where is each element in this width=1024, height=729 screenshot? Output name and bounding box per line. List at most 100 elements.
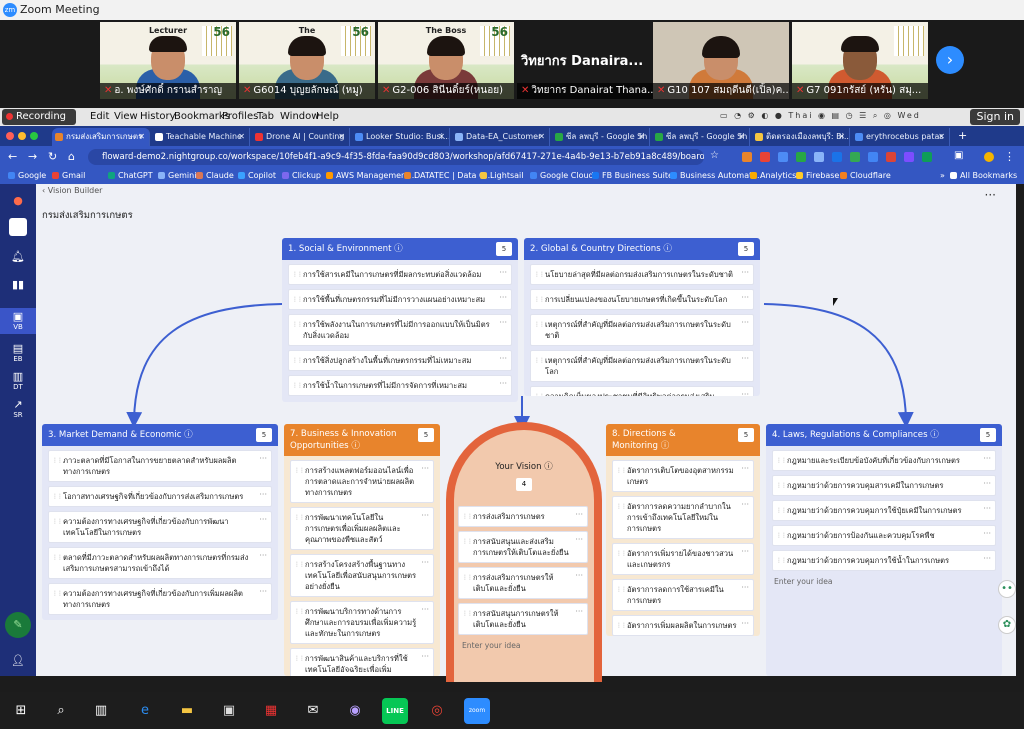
idea-item[interactable]: การใช้น้ำในการเกษตรที่ไม่มีการจัดการที่เ… bbox=[288, 375, 512, 396]
idea-item[interactable]: อัตราการเพิ่มผลผลิตในการเกษตร bbox=[612, 615, 754, 636]
new-tab-plus-icon[interactable]: + bbox=[958, 129, 967, 142]
bookmark-link[interactable]: Firebase bbox=[796, 171, 839, 180]
user-profile-icon[interactable]: 👤︎ bbox=[0, 654, 36, 667]
close-window-icon[interactable] bbox=[6, 132, 14, 140]
participant-tile[interactable]: วิทยากร Danaira... ✕ วิทยากร Danairat Tha… bbox=[517, 22, 653, 99]
windows-start-icon[interactable]: ⊞ bbox=[8, 698, 34, 724]
menu-profiles[interactable]: Profiles bbox=[222, 111, 258, 122]
more-options-icon[interactable]: ··· bbox=[985, 188, 996, 202]
extension-icon[interactable] bbox=[796, 152, 806, 162]
idea-item[interactable]: การใช้สิ่งปลูกสร้างในพื้นที่เกษตรกรรมที่… bbox=[288, 350, 512, 371]
home-icon[interactable]: ⌂ bbox=[68, 150, 75, 163]
idea-item[interactable]: ตลาดที่มีภาวะตลาดสำหรับผลผลิตทางการเกษตร… bbox=[48, 547, 272, 579]
forward-arrow-icon[interactable]: → bbox=[28, 150, 37, 163]
bookmark-link[interactable]: Cloudflare bbox=[840, 171, 891, 180]
gift-icon[interactable]: ▦ bbox=[258, 698, 284, 724]
idea-item[interactable]: กฎหมายว่าด้วยการควบคุมสารเคมีในการเกษตร bbox=[772, 475, 996, 496]
chrome-icon[interactable]: ◎ bbox=[424, 698, 450, 724]
search-icon[interactable]: ⌕ bbox=[48, 698, 74, 724]
task-view-icon[interactable]: ▥ bbox=[88, 698, 114, 724]
bookmark-link[interactable]: Business Automati... bbox=[670, 171, 762, 180]
file-explorer-icon[interactable]: ▬ bbox=[174, 698, 200, 724]
idea-item[interactable]: เหตุการณ์ที่สำคัญที่มีผลต่อกรมส่งเสริมกา… bbox=[530, 314, 754, 346]
menu-edit[interactable]: Edit bbox=[90, 111, 109, 122]
assistant-icon[interactable]: ✿ bbox=[998, 616, 1016, 634]
enter-idea-input[interactable]: Enter your idea bbox=[774, 577, 996, 586]
vision-item[interactable]: การสนับสนุนและส่งเสริมการเกษตรให้เติบโตแ… bbox=[458, 531, 588, 563]
pencil-edit-icon[interactable]: ✎ bbox=[0, 612, 36, 638]
zoom-app-icon[interactable]: zoom bbox=[464, 698, 490, 724]
rail-eb[interactable]: ▤ EB bbox=[0, 342, 36, 363]
bookmarks-overflow-icon[interactable]: » bbox=[930, 171, 945, 180]
bookmark-link[interactable]: Google Cloud bbox=[530, 171, 594, 180]
analytics-chart-icon[interactable]: ▮▮ bbox=[0, 278, 36, 291]
browser-tab[interactable]: ซีล ลพบุรี - Google Sh ✕ bbox=[652, 128, 750, 146]
idea-item[interactable]: อัตราการลดการใช้สารเคมีในการเกษตร bbox=[612, 579, 754, 611]
mail-icon[interactable]: ✉ bbox=[300, 698, 326, 724]
idea-item[interactable]: การพัฒนาสินค้าและบริการที่ใช้เทคโนโลยีอั… bbox=[290, 648, 434, 676]
bookmark-link[interactable]: Claude bbox=[196, 171, 234, 180]
extension-icon[interactable] bbox=[850, 152, 860, 162]
idea-item[interactable]: การเปลี่ยนแปลงของนโยบายเกษตรที่เกิดขึ้นใ… bbox=[530, 289, 754, 310]
extensions-puzzle-icon[interactable]: ▣ bbox=[954, 150, 963, 161]
idea-item[interactable]: อัตราการเพิ่มรายได้ของชาวสวนและเกษตรกร bbox=[612, 543, 754, 575]
maximize-window-icon[interactable] bbox=[30, 132, 38, 140]
breadcrumb[interactable]: ‹ Vision Builder bbox=[42, 186, 102, 195]
browser-tab[interactable]: Data-EA_Customer ✕ bbox=[452, 128, 550, 146]
extension-icon[interactable] bbox=[832, 152, 842, 162]
address-bar-input[interactable]: floward-demo2.nightgroup.co/workspace/10… bbox=[88, 149, 704, 165]
app-icon[interactable]: ◉ bbox=[342, 698, 368, 724]
participant-tile[interactable]: ✕ G7 091กรัสย์ (หรัน) สมุ... bbox=[792, 22, 928, 99]
menu-help[interactable]: Help bbox=[316, 111, 339, 122]
bookmark-star-icon[interactable]: ☆ bbox=[710, 150, 719, 161]
menu-history[interactable]: History bbox=[140, 111, 176, 122]
idea-item[interactable]: กฎหมายว่าด้วยการควบคุมการใช้ปุ๋ยเคมีในกา… bbox=[772, 500, 996, 521]
idea-item[interactable]: การใช้พลังงานในการเกษตรที่ไม่มีการออกแบบ… bbox=[288, 314, 512, 346]
idea-item[interactable]: กฎหมายว่าด้วยการควบคุมการใช้น้ำในการเกษต… bbox=[772, 550, 996, 571]
bookmark-link[interactable]: ChatGPT bbox=[108, 171, 153, 180]
bookmark-link[interactable]: Google bbox=[8, 171, 46, 180]
bookmark-link[interactable]: Copilot bbox=[238, 171, 276, 180]
extension-icon[interactable] bbox=[886, 152, 896, 162]
extension-icon[interactable] bbox=[760, 152, 770, 162]
idea-item[interactable]: ความต้องการทางเศรษฐกิจที่เกี่ยวข้องกับกา… bbox=[48, 511, 272, 543]
notifications-bell-icon[interactable]: 🔔︎ bbox=[0, 250, 36, 263]
edge-browser-icon[interactable]: e bbox=[132, 698, 158, 724]
menu-tab[interactable]: Tab bbox=[257, 111, 274, 122]
idea-item[interactable]: การใช้สารเคมีในการเกษตรที่มีผลกระทบต่อสิ… bbox=[288, 264, 512, 285]
bookmark-link[interactable]: Lightsail bbox=[480, 171, 523, 180]
browser-tab[interactable]: Teachable Machine ✕ bbox=[152, 128, 250, 146]
rail-dt[interactable]: ▥ DT bbox=[0, 370, 36, 391]
extension-icon[interactable] bbox=[904, 152, 914, 162]
chat-bubble-icon[interactable]: •• bbox=[998, 580, 1016, 598]
participant-tile[interactable]: 56 Lecturer ✕ อ. พงษ์ศักดิ์ กรานสำราญ bbox=[100, 22, 236, 99]
rail-vision-builder[interactable]: ▣ VB bbox=[0, 308, 36, 334]
app-logo-icon[interactable]: ● bbox=[0, 194, 36, 207]
idea-item[interactable]: การใช้พื้นที่เกษตรกรรมที่ไม่มีการวางแผนอ… bbox=[288, 289, 512, 310]
extension-icon[interactable] bbox=[922, 152, 932, 162]
idea-item[interactable]: การพัฒนาเทคโนโลยีในการเกษตรเพื่อเพิ่มผลผ… bbox=[290, 507, 434, 550]
participant-tile[interactable]: ✕ G10 107 สมฤดีนดี(เปิ้ล)ค... bbox=[653, 22, 789, 99]
extension-icon[interactable] bbox=[868, 152, 878, 162]
idea-item[interactable]: ภาวะตลาดที่มีโอกาสในการขยายตลาดสำหรับผลผ… bbox=[48, 450, 272, 482]
menu-view[interactable]: View bbox=[114, 111, 138, 122]
participant-tile[interactable]: 56 The Boss ✕ G2-006 สินีนดิ์ยร์(หนอย) bbox=[378, 22, 514, 99]
idea-item[interactable]: การสร้างโครงสร้างพื้นฐานทางเทคโนโลยีเพื่… bbox=[290, 554, 434, 597]
idea-item[interactable]: กฎหมายและระเบียบข้อบังคับที่เกี่ยวข้องกั… bbox=[772, 450, 996, 471]
bookmark-link[interactable]: Gmail bbox=[52, 171, 85, 180]
browser-tab[interactable]: ติดตรองเมืองลพบุรี: Bi... ✕ bbox=[752, 128, 850, 146]
extension-icon[interactable] bbox=[814, 152, 824, 162]
idea-item[interactable]: ความคิดเห็นของประชาชนที่มีอิทธิพลต่อกรมส… bbox=[530, 386, 754, 396]
idea-item[interactable]: ความต้องการทางเศรษฐกิจที่เกี่ยวข้องกับกา… bbox=[48, 583, 272, 615]
system-tray-icons[interactable]: ▭ ◔ ⚙ ◐ ● Thai ◉ ▤ ◷ ☰ ⌕ ◎ Wed bbox=[720, 111, 921, 121]
browser-tab[interactable]: erythrocebus patas ✕ bbox=[852, 128, 950, 146]
browser-tab[interactable]: Drone AI | Counting ✕ bbox=[252, 128, 350, 146]
bookmark-link[interactable]: FB Business Suite bbox=[592, 171, 673, 180]
enter-idea-input[interactable]: Enter your idea bbox=[462, 641, 588, 650]
line-app-icon[interactable]: LINE bbox=[382, 698, 408, 724]
vision-item[interactable]: การส่งเสริมการเกษตรให้เติบโตและยั่งยืน bbox=[458, 567, 588, 599]
idea-item[interactable]: กฎหมายว่าด้วยการป้องกันและควบคุมโรคพืช bbox=[772, 525, 996, 546]
idea-item[interactable]: นโยบายล่าสุดที่มีผลต่อกรมส่งเสริมการเกษต… bbox=[530, 264, 754, 285]
vision-item[interactable]: การสนับสนุนการเกษตรให้เติบโตและยั่งยืน bbox=[458, 603, 588, 635]
idea-item[interactable]: อัตราการเติบโตของอุตสาหกรรมเกษตร bbox=[612, 460, 754, 492]
